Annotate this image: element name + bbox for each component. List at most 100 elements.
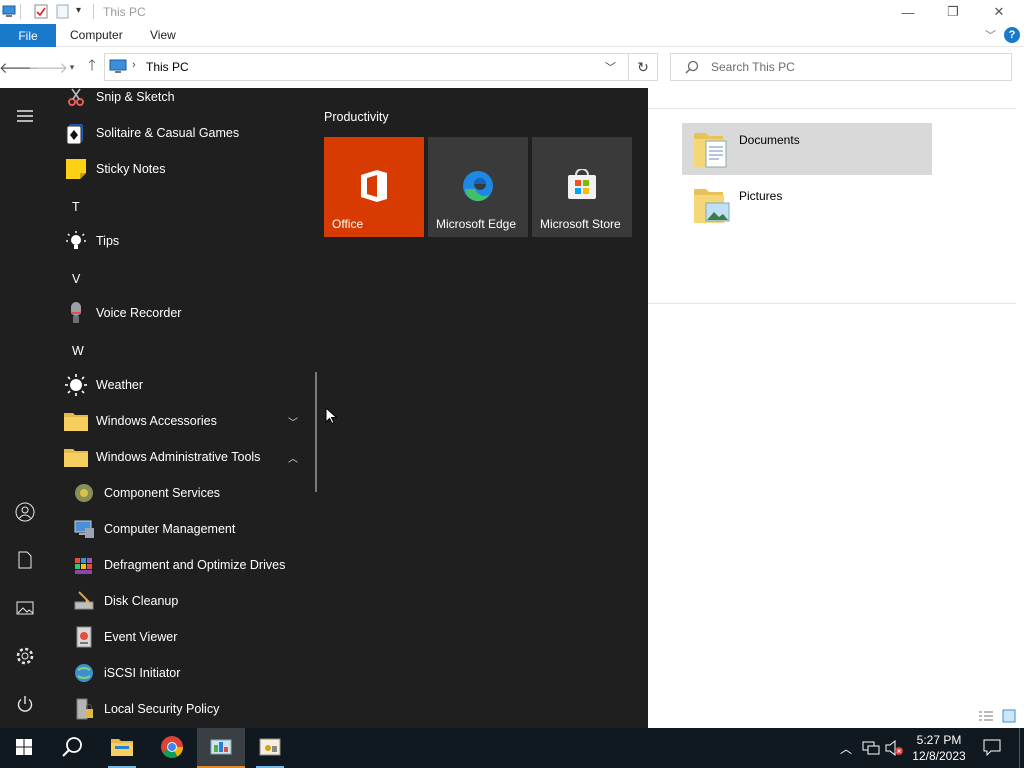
- app-label: Component Services: [104, 486, 221, 500]
- app-solitaire[interactable]: Solitaire & Casual Games: [60, 115, 310, 151]
- sticky-notes-icon: [62, 155, 90, 183]
- user-icon[interactable]: [13, 500, 37, 524]
- app-label: Event Viewer: [104, 630, 178, 644]
- solitaire-icon: [62, 119, 90, 147]
- start-icon: [15, 738, 33, 759]
- app-label: Disk Cleanup: [104, 594, 179, 608]
- pictures-folder-icon: [692, 183, 732, 227]
- taskbar-clock[interactable]: 5:27 PM 12/8/2023: [904, 732, 974, 764]
- app-event-viewer[interactable]: Event Viewer: [60, 619, 310, 655]
- recent-locations-icon[interactable]: ▾: [62, 57, 82, 77]
- taskbar-app2[interactable]: [246, 728, 294, 768]
- tips-icon: [62, 227, 90, 255]
- local-security-policy-icon: [70, 695, 98, 723]
- app-tips[interactable]: Tips: [60, 223, 310, 259]
- section-divider: [648, 108, 1016, 109]
- forward-button[interactable]: 🡒: [28, 57, 68, 77]
- show-desktop-button[interactable]: [1019, 728, 1020, 768]
- app-label: Defragment and Optimize Drives: [104, 558, 286, 572]
- network-icon[interactable]: [862, 740, 880, 759]
- search-button[interactable]: [48, 728, 96, 768]
- action-center-icon[interactable]: [983, 738, 1001, 759]
- restore-button[interactable]: ❐: [930, 0, 976, 24]
- app-weather[interactable]: Weather: [60, 367, 310, 403]
- app-defragment[interactable]: Defragment and Optimize Drives: [60, 547, 310, 583]
- app-sticky-notes[interactable]: Sticky Notes: [60, 151, 310, 187]
- section-letter[interactable]: T: [72, 200, 80, 214]
- chevron-up-icon[interactable]: ︿: [288, 450, 300, 465]
- customize-quick-access-icon[interactable]: ▾: [76, 5, 81, 16]
- tile-group-title[interactable]: Productivity: [324, 110, 389, 124]
- power-icon[interactable]: [13, 692, 37, 716]
- tab-computer[interactable]: Computer: [70, 28, 123, 42]
- search-icon: [685, 60, 699, 77]
- folder-pictures[interactable]: Pictures: [682, 179, 932, 231]
- snip-sketch-icon: [62, 83, 90, 111]
- taskbar-app2-icon: [258, 737, 282, 760]
- app-computer-management[interactable]: Computer Management: [60, 511, 310, 547]
- app-disk-cleanup[interactable]: Disk Cleanup: [60, 583, 310, 619]
- hamburger-icon[interactable]: [13, 104, 37, 128]
- search-input[interactable]: Search This PC: [711, 60, 795, 74]
- component-services-icon: [70, 479, 98, 507]
- tile-label: Microsoft Edge: [436, 217, 517, 231]
- app-local-security-policy[interactable]: Local Security Policy: [60, 691, 310, 727]
- section-letter[interactable]: W: [72, 344, 84, 358]
- app-label: Solitaire & Casual Games: [96, 126, 240, 140]
- app-voice-recorder[interactable]: Voice Recorder: [60, 295, 310, 331]
- section-letter[interactable]: V: [72, 272, 80, 286]
- large-icons-view-icon[interactable]: [1002, 709, 1016, 726]
- tile-label: Microsoft Store: [540, 217, 621, 231]
- back-button[interactable]: 🡐: [0, 57, 39, 77]
- minimize-button[interactable]: —: [885, 0, 931, 24]
- tab-view[interactable]: View: [150, 28, 176, 42]
- store-icon: [566, 168, 598, 204]
- expand-ribbon-icon[interactable]: ﹀: [985, 27, 996, 43]
- event-viewer-icon: [70, 623, 98, 651]
- search-box[interactable]: Search This PC: [670, 53, 1012, 81]
- up-button[interactable]: 🡑: [82, 57, 102, 77]
- breadcrumb-chevron-icon[interactable]: ›: [132, 59, 136, 71]
- start-button[interactable]: [0, 728, 48, 768]
- folder-windows-accessories[interactable]: Windows Accessories: [60, 403, 310, 439]
- settings-icon[interactable]: [13, 644, 37, 668]
- properties-icon[interactable]: [34, 4, 48, 19]
- folder-documents[interactable]: Documents: [682, 123, 932, 175]
- show-hidden-icons[interactable]: ︿: [840, 740, 852, 757]
- app-list-scrollbar[interactable]: [315, 372, 317, 492]
- app-snip-sketch[interactable]: Snip & Sketch: [60, 79, 310, 115]
- chrome-icon: [160, 735, 184, 762]
- computer-management-icon: [70, 515, 98, 543]
- pictures-icon[interactable]: [13, 596, 37, 620]
- documents-folder-icon: [692, 127, 732, 171]
- start-menu: Snip & Sketch Solitaire & Casual Games S…: [0, 88, 648, 728]
- folder-windows-administrative-tools[interactable]: Windows Administrative Tools: [60, 439, 310, 475]
- tile-office[interactable]: Office: [324, 137, 424, 237]
- taskbar-chrome[interactable]: [148, 728, 196, 768]
- documents-icon[interactable]: [13, 548, 37, 572]
- chevron-down-icon[interactable]: ﹀: [288, 414, 300, 429]
- clock-time: 5:27 PM: [916, 733, 962, 747]
- details-view-icon[interactable]: [978, 710, 994, 725]
- tab-file[interactable]: File: [0, 24, 56, 47]
- taskbar-app-active[interactable]: [197, 728, 245, 768]
- tile-microsoft-store[interactable]: Microsoft Store: [532, 137, 632, 237]
- address-dropdown-icon[interactable]: ﹀: [605, 59, 616, 75]
- address-text[interactable]: This PC: [146, 60, 189, 74]
- address-bar[interactable]: › This PC ﹀: [104, 53, 658, 81]
- volume-muted-icon[interactable]: [885, 739, 903, 759]
- weather-icon: [62, 371, 90, 399]
- defragment-icon: [70, 551, 98, 579]
- mouse-cursor-icon: [325, 406, 338, 428]
- folder-icon: [62, 443, 90, 471]
- new-folder-icon[interactable]: [56, 4, 70, 19]
- app-component-services[interactable]: Component Services: [60, 475, 310, 511]
- app-label: Weather: [96, 378, 144, 392]
- help-icon[interactable]: ?: [1004, 27, 1020, 43]
- refresh-button[interactable]: ↻: [628, 53, 658, 81]
- app-label: Snip & Sketch: [96, 90, 175, 104]
- app-iscsi-initiator[interactable]: iSCSI Initiator: [60, 655, 310, 691]
- close-button[interactable]: ✕: [976, 0, 1022, 24]
- taskbar-file-explorer[interactable]: [98, 728, 146, 768]
- tile-microsoft-edge[interactable]: Microsoft Edge: [428, 137, 528, 237]
